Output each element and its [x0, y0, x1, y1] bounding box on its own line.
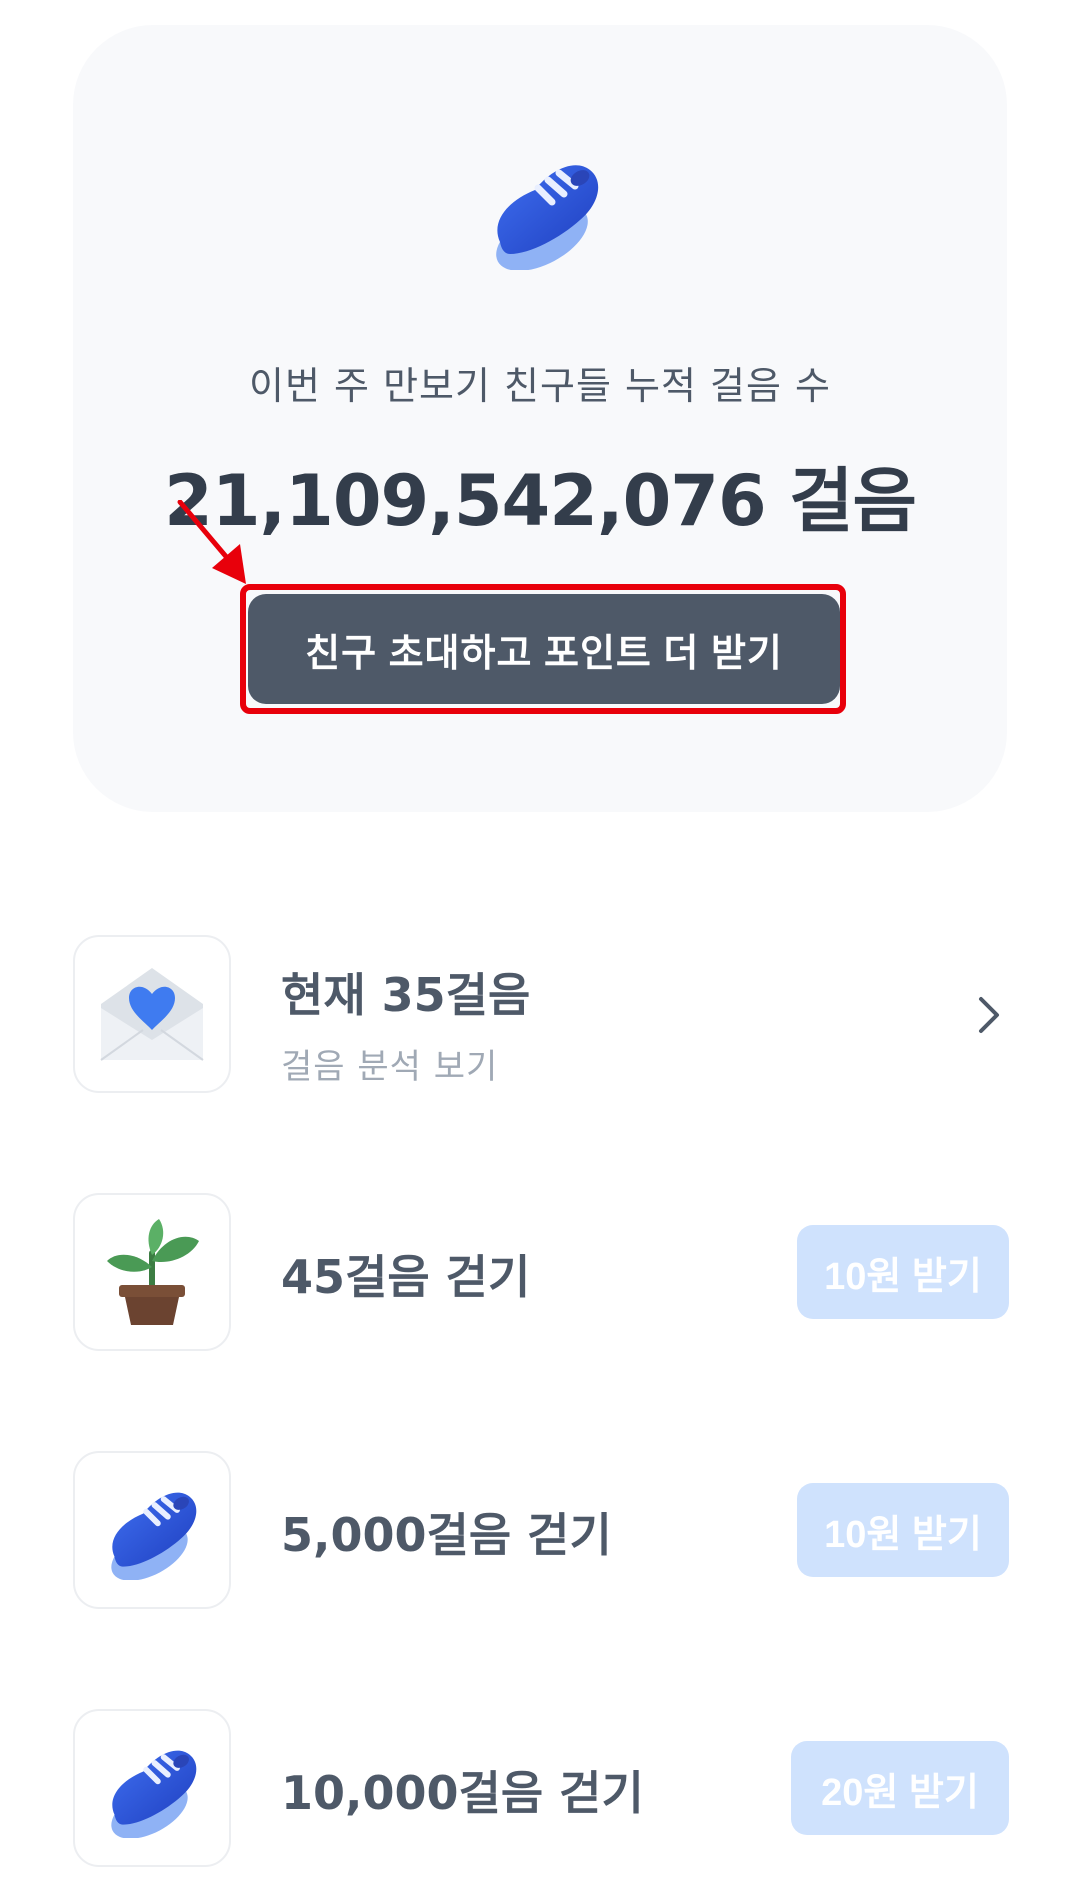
step-analysis-link: 걸음 분석 보기	[281, 1047, 499, 1087]
list-item-mission-10000-steps: 10,000걸음 걷기 20원 받기	[73, 1709, 1009, 1869]
claim-reward-button[interactable]: 20원 받기	[791, 1741, 1009, 1835]
row-thumbnail	[73, 935, 231, 1093]
sneaker-icon	[496, 165, 599, 270]
claim-reward-button[interactable]: 10원 받기	[797, 1225, 1009, 1319]
row-thumbnail	[73, 1451, 231, 1609]
list-item-mission-45-steps: 45걸음 걷기 10원 받기	[73, 1193, 1009, 1353]
mission-title: 10,000걸음 걷기	[281, 1766, 644, 1820]
chevron-right-icon[interactable]	[969, 993, 1009, 1037]
sneaker-icon	[111, 1492, 197, 1580]
weekly-steps-total: 21,109,542,076 걸음	[164, 460, 917, 542]
claim-reward-button[interactable]: 10원 받기	[797, 1483, 1009, 1577]
potted-plant-icon	[107, 1219, 199, 1325]
mission-title: 5,000걸음 걷기	[281, 1508, 612, 1562]
list-item-mission-5000-steps: 5,000걸음 걷기 10원 받기	[73, 1451, 1009, 1611]
list-item-current-steps[interactable]: 현재 35걸음 걸음 분석 보기	[73, 935, 1009, 1095]
sneaker-icon	[111, 1750, 197, 1838]
red-arrow-icon	[177, 500, 246, 584]
heart-envelope-icon	[100, 968, 204, 1061]
mission-title: 45걸음 걷기	[281, 1250, 531, 1304]
invite-friends-button[interactable]: 친구 초대하고 포인트 더 받기	[248, 594, 840, 704]
row-thumbnail	[73, 1193, 231, 1351]
row-thumbnail	[73, 1709, 231, 1867]
weekly-steps-caption: 이번 주 만보기 친구들 누적 걸음 수	[249, 364, 831, 408]
current-steps-title: 현재 35걸음	[281, 968, 531, 1022]
